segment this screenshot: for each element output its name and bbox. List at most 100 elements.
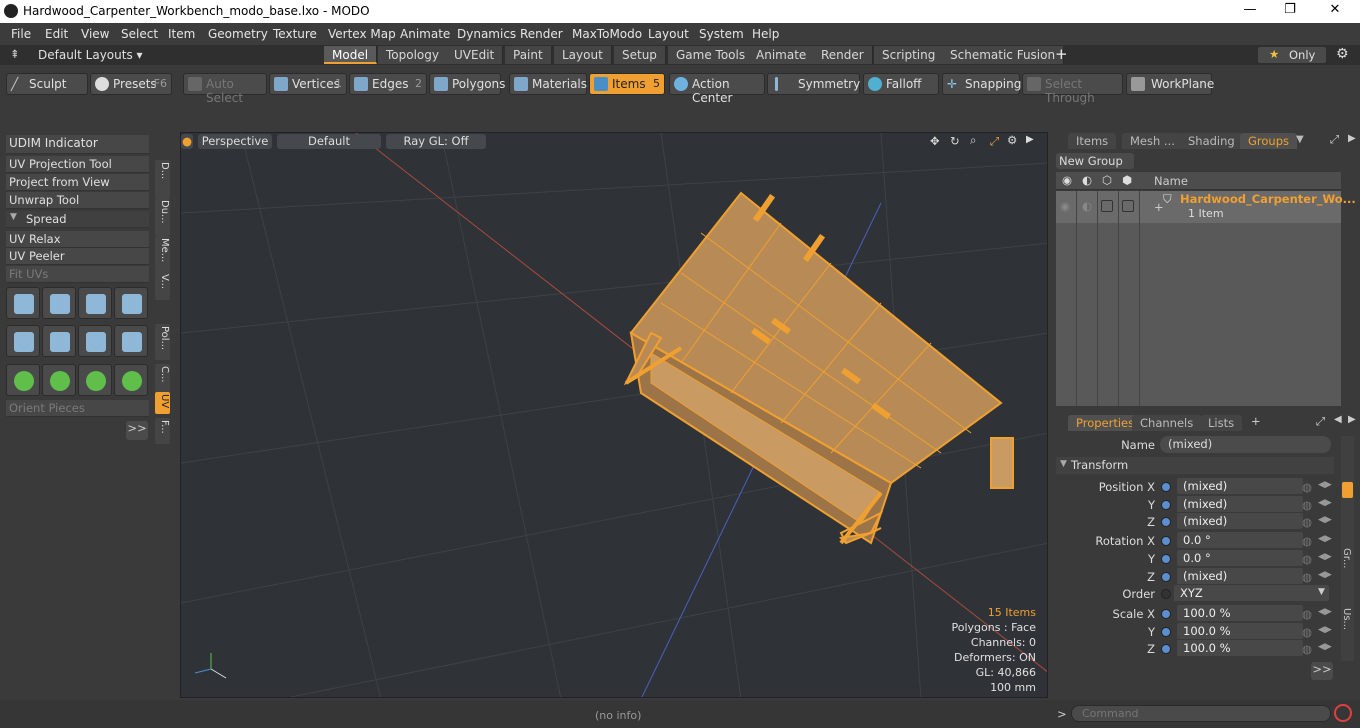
stepper-arrows-icon[interactable]: ◀▶ <box>1318 552 1332 562</box>
keyframe-icon[interactable]: ◍ <box>1302 534 1312 548</box>
symmetry-button[interactable]: Symmetry <box>767 73 860 95</box>
align-left-button[interactable] <box>78 364 112 396</box>
tab-render[interactable]: Render <box>813 46 873 64</box>
orient-pieces-button[interactable]: Orient Pieces <box>6 400 149 417</box>
view-perspective-dropdown[interactable]: Perspective <box>198 134 272 149</box>
property-value-field[interactable]: (mixed) <box>1177 496 1303 512</box>
menu-animate[interactable]: Animate <box>400 27 450 41</box>
workplane-button[interactable]: WorkPlane <box>1126 73 1214 95</box>
property-value-field[interactable]: (mixed) <box>1177 478 1303 494</box>
property-value-field[interactable]: (mixed) <box>1177 513 1303 529</box>
tab-schematic-fusion[interactable]: Schematic Fusion <box>942 46 1065 64</box>
tab-channels[interactable]: Channels <box>1132 415 1202 431</box>
select-through-button[interactable]: Select Through <box>1022 73 1123 105</box>
viewport-settings-icon[interactable]: ⚙ <box>1007 133 1017 147</box>
animate-channel-dot[interactable] <box>1161 627 1171 637</box>
property-value-field[interactable]: (mixed) <box>1177 568 1303 584</box>
tab-lists[interactable]: Lists <box>1200 415 1243 431</box>
animate-channel-dot[interactable] <box>1161 589 1171 599</box>
stepper-arrows-icon[interactable]: ◀▶ <box>1318 570 1332 580</box>
raygl-toggle[interactable]: Ray GL: Off <box>386 134 486 149</box>
name-field[interactable]: (mixed) <box>1160 436 1331 453</box>
materials-button[interactable]: Materials <box>509 73 587 95</box>
keyframe-icon[interactable]: ◍ <box>1302 515 1312 529</box>
keyframe-icon[interactable]: ◍ <box>1302 552 1312 566</box>
tab-items[interactable]: Items <box>1068 133 1117 149</box>
property-value-field[interactable]: 100.0 % <box>1177 605 1303 621</box>
visibility-col-icon[interactable]: ◉ <box>1062 173 1072 187</box>
panel-maximize-icon[interactable]: ⤢ <box>1330 132 1339 147</box>
group-row[interactable]: ◉ ◐ + ⛉ Hardwood_Carpenter_Wo... 1 Item <box>1056 191 1356 223</box>
chevron-down-icon[interactable]: ▼ <box>1318 587 1325 597</box>
tab-shading[interactable]: Shading <box>1180 133 1243 149</box>
pan-icon[interactable]: ✥ <box>930 134 940 148</box>
3d-viewport[interactable] <box>180 132 1048 698</box>
animate-channel-dot[interactable] <box>1161 482 1171 492</box>
polygons-button[interactable]: Polygons <box>429 73 505 95</box>
tab-scripting[interactable]: Scripting <box>874 46 945 64</box>
keyframe-icon[interactable]: ◍ <box>1302 625 1312 639</box>
presets-button[interactable]: Presets F6 <box>90 73 172 95</box>
stepper-arrows-icon[interactable]: ◀▶ <box>1318 534 1332 544</box>
group-name[interactable]: Hardwood_Carpenter_Wo... <box>1180 192 1356 206</box>
render-col-icon[interactable]: ◐ <box>1082 173 1092 187</box>
command-input[interactable] <box>1071 705 1331 722</box>
side-tab-uv[interactable]: UV <box>155 392 170 414</box>
record-icon[interactable] <box>1334 704 1352 722</box>
workbench-model[interactable] <box>623 191 1014 545</box>
lock-col-icon[interactable]: ⬡ <box>1102 173 1112 187</box>
new-group-button[interactable]: New Group <box>1056 153 1134 169</box>
stepper-arrows-icon[interactable]: ◀▶ <box>1318 625 1332 635</box>
menu-help[interactable]: Help <box>752 27 779 41</box>
properties-more-button[interactable]: >> <box>1311 662 1333 680</box>
keyframe-icon[interactable]: ◍ <box>1302 642 1312 656</box>
only-toggle[interactable]: ★ Only <box>1258 47 1326 63</box>
align-down-button[interactable] <box>42 364 76 396</box>
uv-pyramid-tool[interactable] <box>78 325 112 357</box>
snapping-button[interactable]: ✛ Snapping <box>942 73 1021 95</box>
panel-expand-icon[interactable]: ▶ <box>1348 133 1356 144</box>
properties-expand-icon[interactable]: ▶ <box>1348 414 1356 425</box>
side-tab-us[interactable]: Us... <box>1341 608 1352 630</box>
menu-file[interactable]: File <box>11 27 31 41</box>
menu-select[interactable]: Select <box>121 27 158 41</box>
menu-system[interactable]: System <box>699 27 744 41</box>
fit-uvs-button[interactable]: Fit UVs <box>6 266 149 283</box>
row-select-checkbox[interactable] <box>1122 200 1134 212</box>
side-tab-du[interactable]: Du... <box>155 198 170 236</box>
menu-maxtomodo[interactable]: MaxToModo <box>572 27 642 41</box>
uv-mesh-tool[interactable] <box>6 325 40 357</box>
tabs-dropdown-icon[interactable]: ▼ <box>1296 134 1304 145</box>
edges-button[interactable]: Edges 2 <box>349 73 427 95</box>
maximize-button[interactable]: ❐ <box>1280 2 1300 17</box>
uv-box-tool[interactable] <box>114 287 148 319</box>
tab-mesh[interactable]: Mesh ... <box>1122 133 1183 149</box>
tab-setup[interactable]: Setup <box>614 46 666 64</box>
animate-channel-dot[interactable] <box>1161 644 1171 654</box>
vertices-button[interactable]: Vertices 1 <box>269 73 347 95</box>
keyframe-icon[interactable]: ◍ <box>1302 498 1312 512</box>
property-value-field[interactable]: 100.0 % <box>1177 640 1303 656</box>
keyframe-icon[interactable]: ◍ <box>1302 570 1312 584</box>
menu-layout[interactable]: Layout <box>648 27 689 41</box>
menu-view[interactable]: View <box>81 27 109 41</box>
menu-item[interactable]: Item <box>168 27 195 41</box>
menu-texture[interactable]: Texture <box>273 27 317 41</box>
viewport-menu-dot[interactable]: ● <box>181 134 193 149</box>
add-properties-tab[interactable]: + <box>1251 414 1261 428</box>
layout-menu-icon[interactable]: ⇞ <box>10 47 20 61</box>
gear-icon[interactable]: ⚙ <box>1336 46 1349 62</box>
menu-dynamics[interactable]: Dynamics <box>457 27 516 41</box>
shading-default-dropdown[interactable]: Default <box>277 134 381 149</box>
sculpt-button[interactable]: ╱ Sculpt <box>6 73 88 95</box>
property-value-field[interactable]: 100.0 % <box>1177 623 1303 639</box>
row-visibility-icon[interactable]: ◉ <box>1060 199 1070 213</box>
side-tab-d[interactable]: D... <box>155 160 170 198</box>
side-tab-gr[interactable]: Gr... <box>1341 548 1352 568</box>
align-right-button[interactable] <box>114 364 148 396</box>
properties-collapse-icon[interactable]: ◀ <box>1334 414 1342 425</box>
default-layouts-dropdown[interactable]: Default Layouts ▾ <box>38 48 143 62</box>
animate-channel-dot[interactable] <box>1161 536 1171 546</box>
uv-projection-tool-button[interactable]: UV Projection Tool <box>6 156 149 173</box>
unwrap-tool-button[interactable]: Unwrap Tool <box>6 192 149 209</box>
